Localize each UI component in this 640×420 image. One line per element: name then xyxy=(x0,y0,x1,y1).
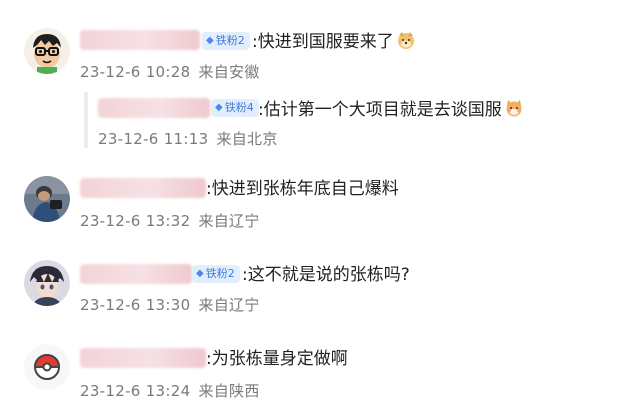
comment-time: 23-12-6 13:24 xyxy=(80,382,191,400)
comment-time: 23-12-6 11:13 xyxy=(98,130,209,148)
comment-text: :为张栋量身定做啊 xyxy=(206,349,348,369)
fan-level-badge[interactable]: ◆ 铁粉4 xyxy=(211,99,259,117)
comment-location: 来自北京 xyxy=(216,130,278,148)
comment-text: :这不就是说的张栋吗? xyxy=(242,265,410,285)
comment-location: 来自辽宁 xyxy=(198,296,260,314)
comment-time: 23-12-6 13:32 xyxy=(80,212,191,230)
comment-location: 来自安徽 xyxy=(198,63,260,81)
fan-level-badge[interactable]: ◆ 铁粉2 xyxy=(192,265,240,283)
fan-level-badge[interactable]: ◆ 铁粉2 xyxy=(202,32,250,50)
comment-meta: 23-12-6 13:32 来自辽宁 xyxy=(80,211,260,231)
comment-meta: 23-12-6 13:24 来自陕西 xyxy=(80,381,260,401)
username-blurred[interactable] xyxy=(98,98,210,118)
comment-location: 来自陕西 xyxy=(198,382,260,400)
comment-text: :估计第一个大项目就是去谈国服 xyxy=(258,98,524,124)
cartoon-glasses-avatar-icon xyxy=(24,28,70,74)
comment-text: :快进到国服要来了 xyxy=(252,30,416,56)
pokeball-avatar-icon xyxy=(24,344,70,390)
comment-meta: 23-12-6 10:28 来自安徽 xyxy=(80,62,260,82)
comment-time: 23-12-6 10:28 xyxy=(80,63,191,81)
comment-location: 来自辽宁 xyxy=(198,212,260,230)
comment-text: :快进到张栋年底自己爆料 xyxy=(206,179,399,199)
diamond-icon: ◆ xyxy=(206,35,214,46)
username-blurred[interactable] xyxy=(80,348,206,368)
comment-time: 23-12-6 13:30 xyxy=(80,296,191,314)
comment-meta: 23-12-6 11:13 来自北京 xyxy=(98,129,278,149)
diamond-icon: ◆ xyxy=(215,102,223,113)
doge-emoji-icon xyxy=(396,30,416,56)
avatar[interactable] xyxy=(24,28,70,74)
cat-emoji-icon xyxy=(504,98,524,124)
anime-avatar-icon xyxy=(24,260,70,306)
avatar[interactable] xyxy=(24,260,70,306)
avatar[interactable] xyxy=(24,344,70,390)
comment-meta: 23-12-6 13:30 来自辽宁 xyxy=(80,295,260,315)
username-blurred[interactable] xyxy=(80,30,200,50)
diamond-icon: ◆ xyxy=(196,268,204,279)
avatar[interactable] xyxy=(24,176,70,222)
photo-avatar-icon xyxy=(24,176,70,222)
username-blurred[interactable] xyxy=(80,264,192,284)
username-blurred[interactable] xyxy=(80,178,206,198)
reply-indent-bar xyxy=(84,92,88,148)
